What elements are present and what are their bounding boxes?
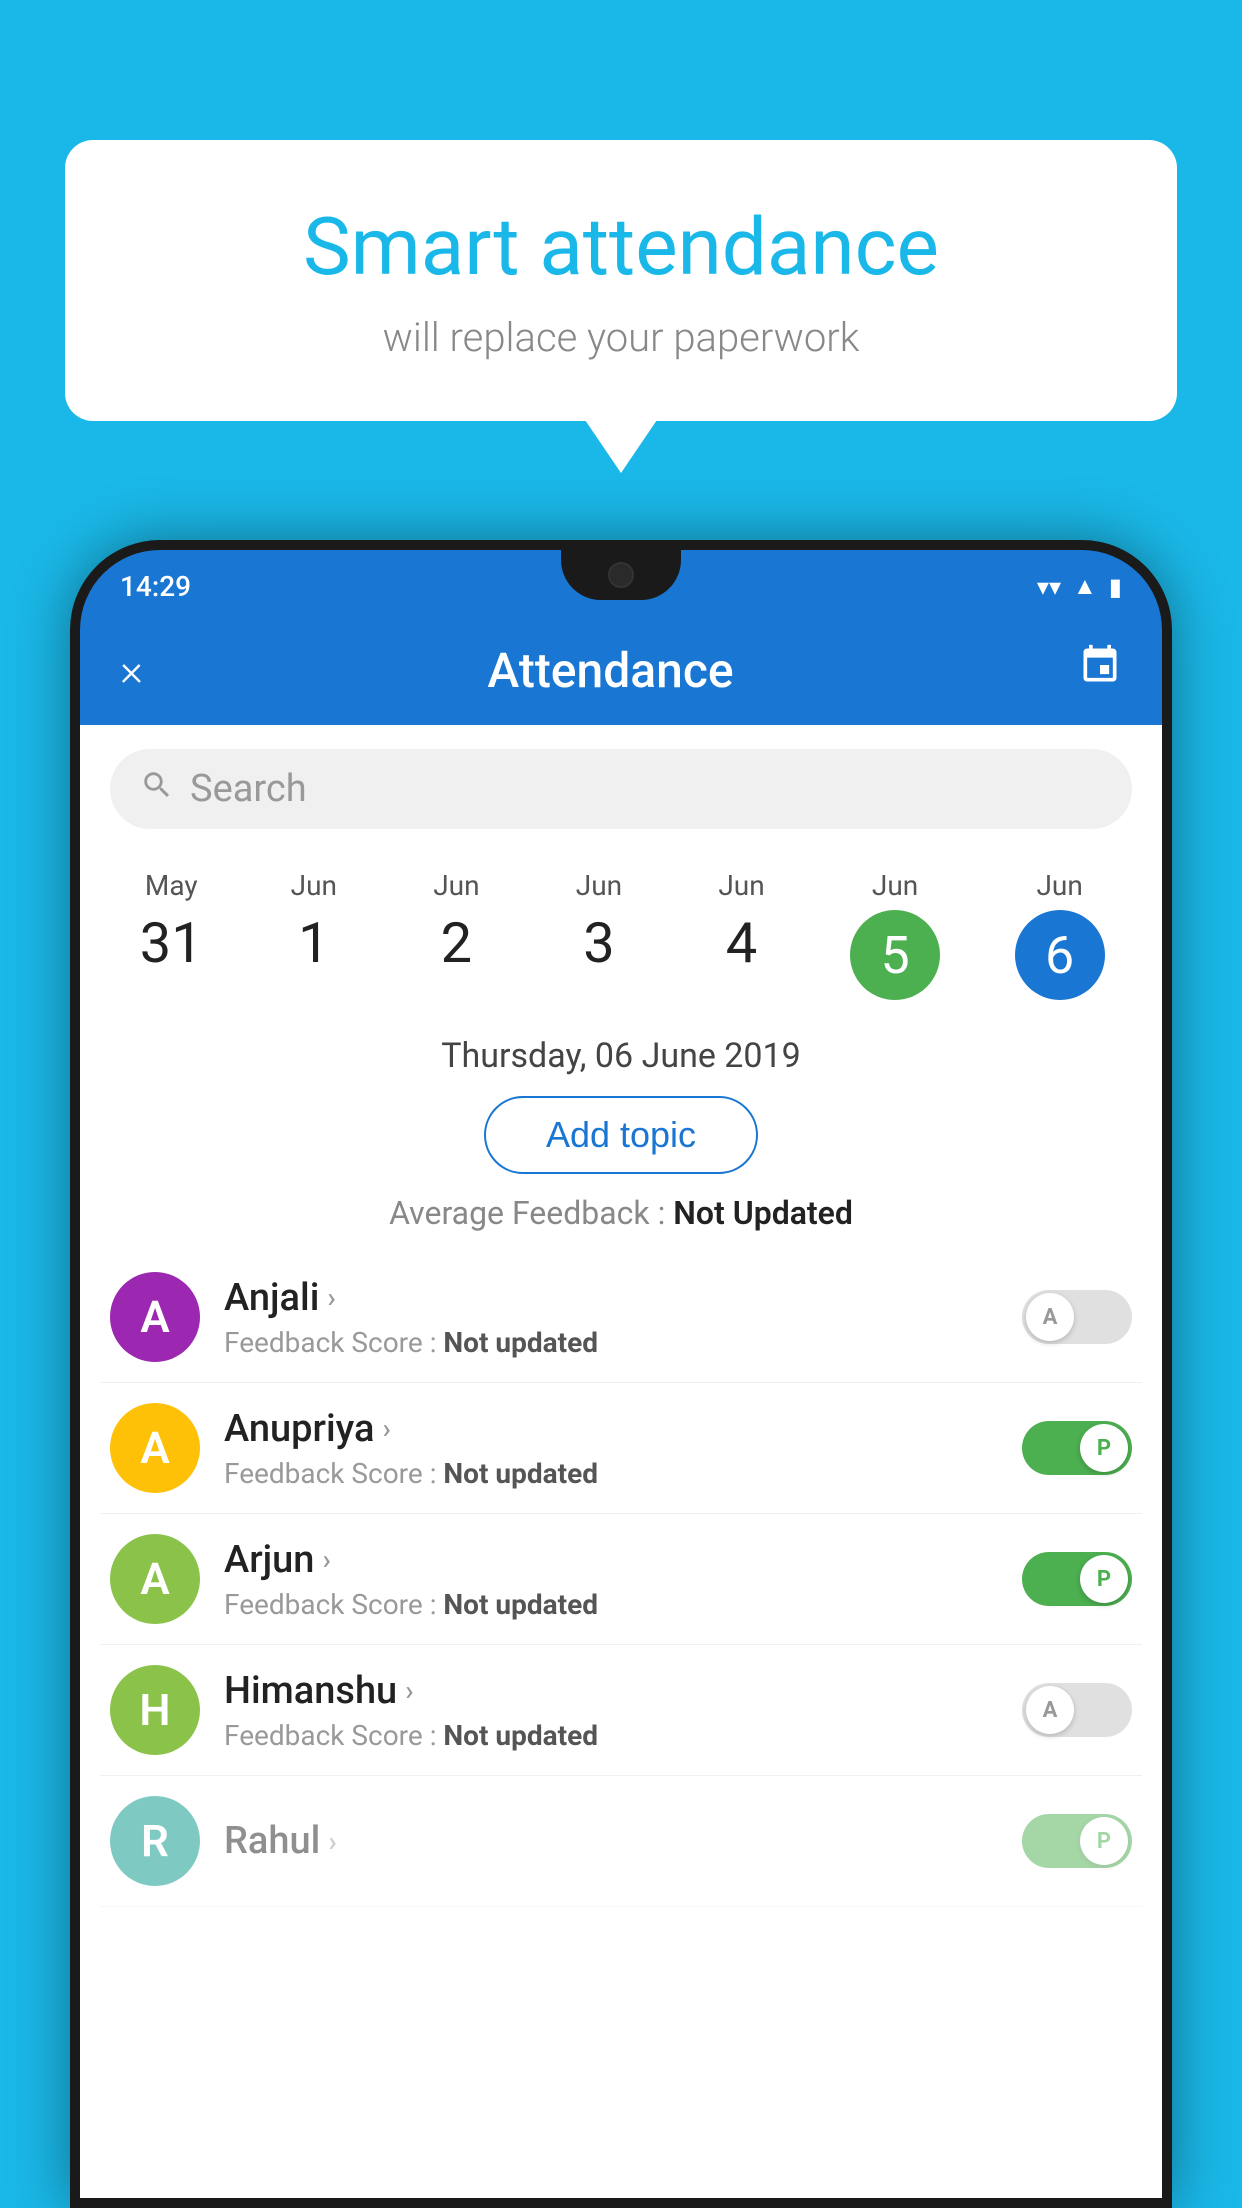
speech-bubble: Smart attendance will replace your paper… [65,140,1177,421]
avatar-anjali: A [110,1272,200,1362]
student-info-rahul: Rahul › [224,1819,998,1863]
date-item-jun6-selected[interactable]: Jun 6 [999,859,1121,1010]
feedback-summary: Average Feedback : Not Updated [80,1194,1162,1232]
date-item-may31[interactable]: May 31 [121,859,221,986]
status-time: 14:29 [120,570,191,603]
chevron-icon: › [322,1543,330,1576]
student-item-anupriya[interactable]: A Anupriya › Feedback Score : Not update… [100,1383,1142,1514]
search-icon [140,768,174,811]
toggle-anupriya[interactable]: P [1022,1421,1132,1475]
notch [561,550,681,600]
student-list: A Anjali › Feedback Score : Not updated … [80,1252,1162,1907]
wifi-icon: ▾▾ [1037,573,1061,601]
date-item-jun1[interactable]: Jun 1 [264,859,364,986]
signal-icon: ▲ [1073,572,1097,601]
date-strip: May 31 Jun 1 Jun 2 Jun 3 Jun 4 [80,849,1162,1020]
toggle-arjun[interactable]: P [1022,1552,1132,1606]
selected-date-heading: Thursday, 06 June 2019 [80,1036,1162,1076]
student-name-anjali: Anjali › [224,1276,998,1320]
feedback-score-himanshu: Feedback Score : Not updated [224,1719,998,1752]
student-info-anupriya: Anupriya › Feedback Score : Not updated [224,1407,998,1490]
speech-bubble-container: Smart attendance will replace your paper… [65,140,1177,421]
student-item-anjali[interactable]: A Anjali › Feedback Score : Not updated … [100,1252,1142,1383]
student-name-arjun: Arjun › [224,1538,998,1582]
search-placeholder: Search [190,767,307,811]
toggle-himanshu[interactable]: A [1022,1683,1132,1737]
toggle-rahul[interactable]: P [1022,1814,1132,1868]
app-bar-title: Attendance [487,642,733,699]
camera [608,562,634,588]
date-item-jun4[interactable]: Jun 4 [692,859,792,986]
search-bar[interactable]: Search [110,749,1132,829]
date-item-jun3[interactable]: Jun 3 [549,859,649,986]
phone-inner: 14:29 ▾▾ ▲ ▮ × Attendance [80,550,1162,2198]
date-item-jun2[interactable]: Jun 2 [406,859,506,986]
add-topic-button[interactable]: Add topic [484,1096,758,1174]
student-item-rahul[interactable]: R Rahul › P [100,1776,1142,1907]
chevron-icon: › [382,1412,390,1445]
phone-frame: 14:29 ▾▾ ▲ ▮ × Attendance [70,540,1172,2208]
chevron-icon: › [327,1281,335,1314]
feedback-score-anupriya: Feedback Score : Not updated [224,1457,998,1490]
app-bar: × Attendance [80,615,1162,725]
feedback-summary-label: Average Feedback : [389,1194,673,1232]
student-item-himanshu[interactable]: H Himanshu › Feedback Score : Not update… [100,1645,1142,1776]
close-button[interactable]: × [120,644,143,696]
battery-icon: ▮ [1109,573,1122,601]
student-item-arjun[interactable]: A Arjun › Feedback Score : Not updated P [100,1514,1142,1645]
bubble-subtitle: will replace your paperwork [145,314,1097,361]
feedback-score-arjun: Feedback Score : Not updated [224,1588,998,1621]
student-name-anupriya: Anupriya › [224,1407,998,1451]
avatar-anupriya: A [110,1403,200,1493]
feedback-summary-value: Not Updated [673,1194,853,1232]
student-info-anjali: Anjali › Feedback Score : Not updated [224,1276,998,1359]
bubble-title: Smart attendance [145,200,1097,294]
feedback-score-anjali: Feedback Score : Not updated [224,1326,998,1359]
toggle-anjali[interactable]: A [1022,1290,1132,1344]
date-item-jun5-today[interactable]: Jun 5 [834,859,956,1010]
chevron-icon: › [405,1674,413,1707]
avatar-himanshu: H [110,1665,200,1755]
avatar-rahul: R [110,1796,200,1886]
calendar-icon[interactable] [1078,643,1122,697]
chevron-icon: › [328,1825,336,1858]
student-info-himanshu: Himanshu › Feedback Score : Not updated [224,1669,998,1752]
student-name-himanshu: Himanshu › [224,1669,998,1713]
student-name-rahul: Rahul › [224,1819,998,1863]
status-icons: ▾▾ ▲ ▮ [1037,572,1122,601]
screen-content: Search May 31 Jun 1 Jun 2 Jun 3 [80,725,1162,2198]
student-info-arjun: Arjun › Feedback Score : Not updated [224,1538,998,1621]
avatar-arjun: A [110,1534,200,1624]
